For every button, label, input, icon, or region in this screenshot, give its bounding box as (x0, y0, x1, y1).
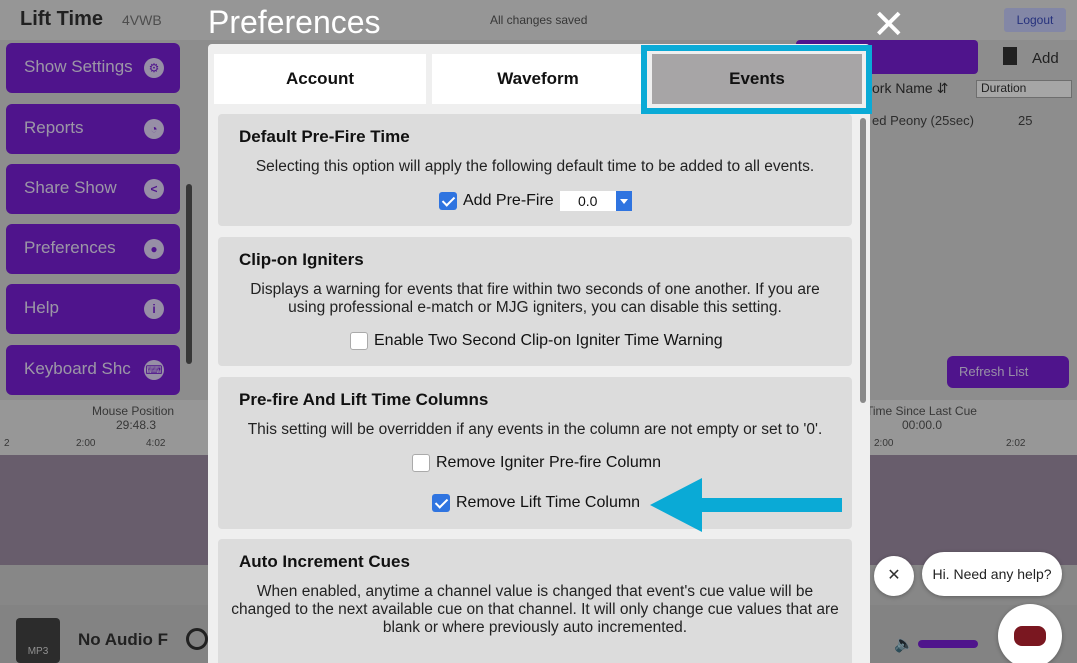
remove-lift-time-column-checkbox[interactable] (432, 494, 450, 512)
pointer-arrow-icon (650, 478, 842, 532)
preferences-content: Default Pre-Fire Time Selecting this opt… (218, 114, 852, 663)
remove-prefire-column-option: Remove Igniter Pre-fire Column (412, 453, 661, 473)
add-prefire-checkbox[interactable] (439, 192, 457, 210)
section-title: Pre-fire And Lift Time Columns (239, 390, 489, 409)
preferences-scrollbar[interactable] (860, 118, 868, 663)
chat-icon (1014, 626, 1046, 646)
chat-greeting[interactable]: Hi. Need any help? (922, 552, 1062, 596)
events-tab-highlight (641, 45, 872, 114)
clipon-warning-option: Enable Two Second Clip-on Igniter Time W… (350, 331, 723, 351)
section-title: Clip-on Igniters (239, 250, 364, 269)
clipon-warning-label: Enable Two Second Clip-on Igniter Time W… (374, 332, 723, 349)
section-title: Default Pre-Fire Time (239, 127, 410, 146)
section-auto-increment: Auto Increment Cues When enabled, anytim… (218, 539, 852, 663)
tab-account[interactable]: Account (214, 54, 426, 104)
section-description: When enabled, anytime a channel value is… (231, 583, 839, 636)
chat-launcher-button[interactable] (998, 604, 1062, 663)
tab-waveform[interactable]: Waveform (432, 54, 644, 104)
remove-lift-time-column-label: Remove Lift Time Column (456, 494, 641, 511)
section-default-prefire: Default Pre-Fire Time Selecting this opt… (218, 114, 852, 226)
add-prefire-label: Add Pre-Fire (463, 192, 554, 209)
clipon-warning-checkbox[interactable] (350, 332, 368, 350)
section-description: This setting will be overridden if any e… (247, 421, 823, 438)
section-title: Auto Increment Cues (239, 552, 410, 571)
remove-prefire-column-label: Remove Igniter Pre-fire Column (436, 454, 661, 471)
section-description: Displays a warning for events that fire … (250, 281, 820, 316)
preferences-modal: Account Waveform Events Default Pre-Fire… (208, 44, 870, 663)
chevron-down-icon[interactable] (615, 191, 632, 211)
section-description: Selecting this option will apply the fol… (255, 158, 815, 175)
add-prefire-option: Add Pre-Fire 0.0 (439, 191, 632, 211)
section-clipon-igniters: Clip-on Igniters Displays a warning for … (218, 237, 852, 366)
close-modal-button[interactable]: ✕ (872, 5, 906, 45)
remove-prefire-column-checkbox[interactable] (412, 454, 430, 472)
prefire-time-input[interactable]: 0.0 (559, 191, 616, 211)
modal-title: Preferences (208, 4, 381, 40)
remove-lift-time-column-option: Remove Lift Time Column (432, 493, 640, 513)
scrollbar-thumb[interactable] (860, 118, 866, 403)
chat-close-button[interactable]: ✕ (874, 556, 914, 596)
